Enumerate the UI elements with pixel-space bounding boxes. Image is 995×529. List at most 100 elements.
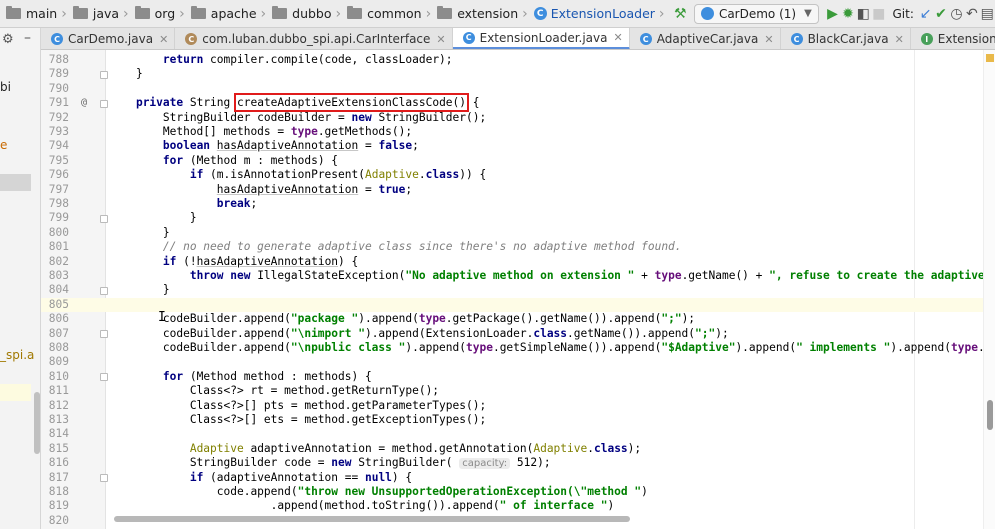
code-text[interactable]: throw new IllegalStateException("No adap… — [109, 269, 995, 283]
settings-icon[interactable]: ▤ — [980, 3, 995, 25]
code-line[interactable]: 803 throw new IllegalStateException("No … — [41, 269, 995, 283]
code-text[interactable]: Method[] methods = type.getMethods(); — [109, 125, 412, 139]
breadcrumb-java[interactable]: java › — [67, 0, 129, 27]
code-line[interactable]: 789 } — [41, 67, 995, 81]
code-line[interactable]: 801 // no need to generate adaptive clas… — [41, 240, 995, 254]
code-text[interactable]: if (adaptiveAnnotation == null) { — [109, 471, 412, 485]
code-line[interactable]: 797 hasAdaptiveAnnotation = true; — [41, 183, 995, 197]
breadcrumb-apache[interactable]: apache › — [185, 0, 266, 27]
code-text[interactable]: break; — [109, 197, 257, 211]
git-revert-icon[interactable]: ↶ — [964, 3, 979, 25]
highlighted-method-name[interactable]: createAdaptiveExtensionClassCode() — [233, 93, 470, 113]
build-hammer-icon[interactable]: ⚒ — [673, 3, 688, 25]
breadcrumb-common[interactable]: common › — [341, 0, 431, 27]
code-text[interactable]: } — [109, 226, 170, 240]
code-text[interactable]: Class<?>[] ets = method.getExceptionType… — [109, 413, 486, 427]
code-line[interactable]: 806 codeBuilder.append("package ").appen… — [41, 312, 995, 326]
git-history-icon[interactable]: ◷ — [949, 3, 964, 25]
code-text[interactable]: for (Method method : methods) { — [109, 370, 372, 384]
inspection-status-icon[interactable] — [986, 54, 994, 62]
stop-icon[interactable]: ■ — [871, 3, 886, 25]
breadcrumb-extension[interactable]: extension › — [431, 0, 528, 27]
coverage-icon[interactable]: ◧ — [856, 3, 871, 25]
tab-extensionloader[interactable]: C ExtensionLoader.java ✕ — [452, 28, 630, 49]
code-text[interactable]: return compiler.compile(code, classLoade… — [109, 53, 453, 67]
code-text[interactable]: // no need to generate adaptive class si… — [109, 240, 682, 254]
fold-marker-icon[interactable] — [100, 373, 108, 381]
breadcrumb-org[interactable]: org › — [129, 0, 185, 27]
breadcrumb-main[interactable]: main › — [0, 0, 67, 27]
breadcrumb-extensionloader[interactable]: C ExtensionLoader › — [528, 0, 665, 27]
code-line[interactable]: 811 Class<?> rt = method.getReturnType()… — [41, 384, 995, 398]
code-line[interactable]: 813 Class<?>[] ets = method.getException… — [41, 413, 995, 427]
code-text[interactable]: if (m.isAnnotationPresent(Adaptive.class… — [109, 168, 486, 182]
breadcrumb-dubbo[interactable]: dubbo › — [266, 0, 341, 27]
tab-carinterface[interactable]: Ccom.luban.dubbo_spi.api.CarInterface ✕ — [175, 28, 453, 49]
code-line[interactable]: 802 if (!hasAdaptiveAnnotation) { — [41, 255, 995, 269]
code-editor[interactable]: 788 return compiler.compile(code, classL… — [41, 50, 995, 529]
tab-blackcar[interactable]: C BlackCar.java ✕ — [781, 28, 911, 49]
debug-icon[interactable]: ✹ — [840, 3, 855, 25]
override-marker-icon[interactable]: @ — [81, 97, 87, 108]
selected-tree-row[interactable] — [0, 174, 31, 191]
code-line[interactable]: 809 — [41, 355, 995, 369]
close-icon[interactable]: ✕ — [895, 33, 904, 46]
code-text[interactable]: } — [109, 283, 170, 297]
fold-marker-icon[interactable] — [100, 474, 108, 482]
code-line[interactable]: 791 private String createAdaptiveExtensi… — [41, 93, 995, 113]
close-icon[interactable]: ✕ — [764, 33, 773, 46]
fold-marker-icon[interactable] — [100, 215, 108, 223]
code-text[interactable]: } — [109, 211, 197, 225]
git-update-icon[interactable]: ↙ — [918, 3, 933, 25]
run-icon[interactable]: ▶ — [825, 3, 840, 25]
highlighted-tree-row[interactable] — [0, 384, 31, 401]
code-line[interactable]: 819 .append(method.toString()).append(" … — [41, 499, 995, 513]
code-line[interactable]: 808 codeBuilder.append("\npublic class "… — [41, 341, 995, 355]
code-line[interactable]: 817 if (adaptiveAnnotation == null) { — [41, 471, 995, 485]
code-line[interactable]: 799 } — [41, 211, 995, 225]
code-text[interactable]: boolean hasAdaptiveAnnotation = false; — [109, 139, 419, 153]
code-text[interactable]: Adaptive adaptiveAnnotation = method.get… — [109, 442, 641, 456]
close-icon[interactable]: ✕ — [614, 31, 623, 44]
code-text[interactable]: .append(method.toString()).append(" of i… — [109, 499, 615, 513]
code-text[interactable]: Class<?>[] pts = method.getParameterType… — [109, 399, 486, 413]
code-text[interactable]: codeBuilder.append("package ").append(ty… — [109, 312, 695, 326]
sidebar-scrollbar[interactable] — [34, 392, 40, 454]
gear-icon[interactable]: ⚙ — [2, 32, 14, 47]
code-line[interactable]: 816 StringBuilder code = new StringBuild… — [41, 456, 995, 470]
code-line[interactable]: 818 code.append("throw new UnsupportedOp… — [41, 485, 995, 499]
fold-marker-icon[interactable] — [100, 330, 108, 338]
project-tree-item[interactable]: _spi.a — [0, 348, 34, 362]
git-commit-icon[interactable]: ✔ — [933, 3, 948, 25]
tab-extensionfactory[interactable]: IExtensionFactory.java✕ — [911, 28, 995, 49]
code-line[interactable]: 792 StringBuilder codeBuilder = new Stri… — [41, 111, 995, 125]
code-text[interactable]: StringBuilder code = new StringBuilder( … — [109, 456, 551, 471]
code-text[interactable]: code.append("throw new UnsupportedOperat… — [109, 485, 648, 499]
close-icon[interactable]: ✕ — [436, 33, 445, 46]
code-line[interactable]: 810 for (Method method : methods) { — [41, 370, 995, 384]
code-line[interactable]: 812 Class<?>[] pts = method.getParameter… — [41, 399, 995, 413]
tab-adaptivecar[interactable]: C AdaptiveCar.java ✕ — [630, 28, 781, 49]
code-line[interactable]: 788 return compiler.compile(code, classL… — [41, 53, 995, 67]
code-text[interactable]: private String createAdaptiveExtensionCl… — [109, 93, 480, 113]
code-line[interactable]: 795 for (Method m : methods) { — [41, 154, 995, 168]
fold-marker-icon[interactable] — [100, 100, 108, 108]
collapse-icon[interactable]: – — [24, 30, 31, 46]
code-line[interactable]: 793 Method[] methods = type.getMethods()… — [41, 125, 995, 139]
code-line[interactable]: 814 — [41, 427, 995, 441]
code-line[interactable]: 807 codeBuilder.append("\nimport ").appe… — [41, 327, 995, 341]
code-text[interactable]: hasAdaptiveAnnotation = true; — [109, 183, 412, 197]
code-line[interactable]: 804 } — [41, 283, 995, 297]
error-stripe[interactable] — [983, 50, 995, 529]
run-configuration-select[interactable]: CarDemo (1) ▼ — [693, 3, 819, 24]
fold-marker-icon[interactable] — [100, 71, 108, 79]
code-text[interactable]: if (!hasAdaptiveAnnotation) { — [109, 255, 358, 269]
code-line[interactable]: 790 — [41, 82, 995, 96]
code-text[interactable]: for (Method m : methods) { — [109, 154, 338, 168]
project-tree-item[interactable]: bi — [0, 80, 11, 94]
code-text[interactable]: codeBuilder.append("\npublic class ").ap… — [109, 341, 995, 355]
close-icon[interactable]: ✕ — [159, 33, 168, 46]
editor-vertical-scrollbar[interactable] — [987, 400, 993, 430]
code-line[interactable]: 796 if (m.isAnnotationPresent(Adaptive.c… — [41, 168, 995, 182]
editor-horizontal-scrollbar[interactable] — [114, 516, 630, 522]
